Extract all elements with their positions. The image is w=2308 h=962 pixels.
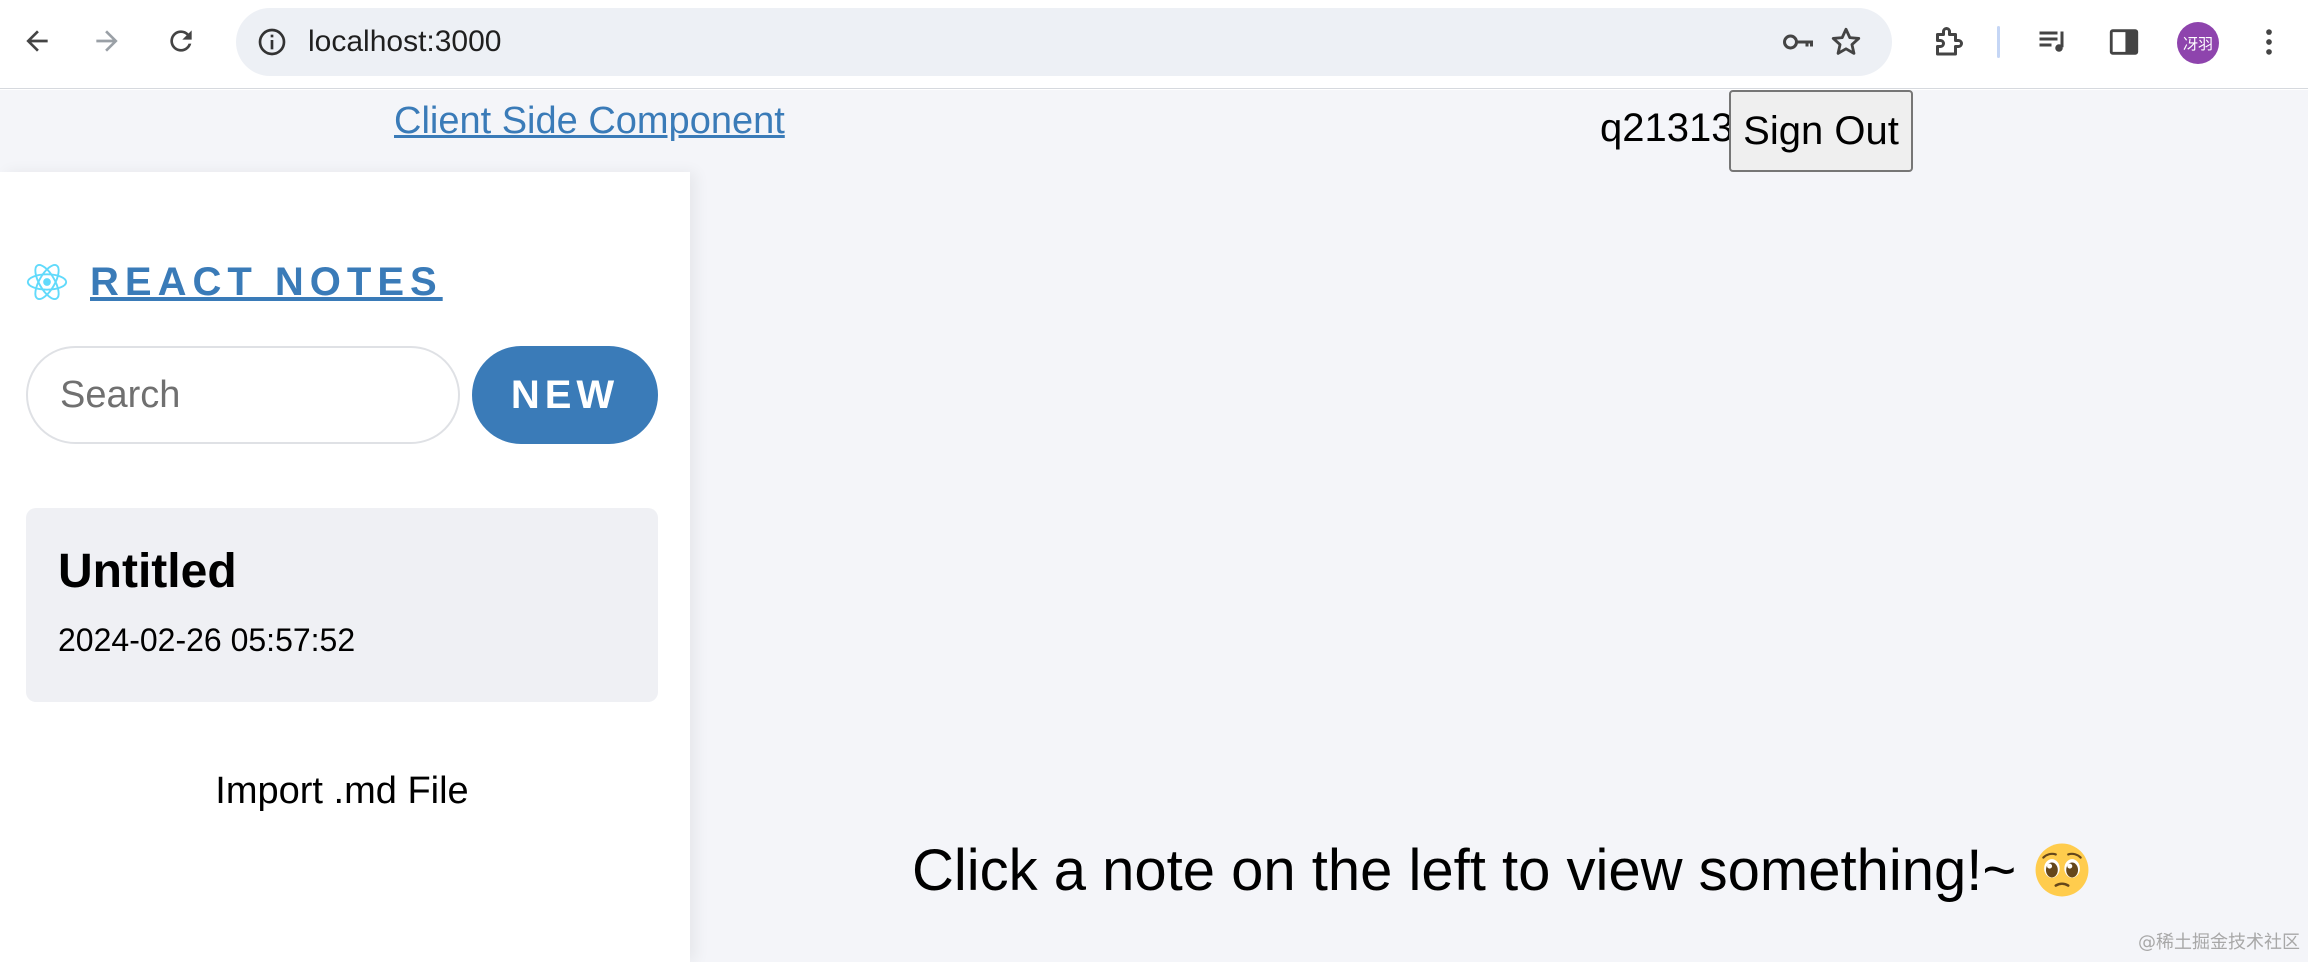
address-bar[interactable]: localhost:3000 xyxy=(236,8,1892,76)
forward-arrow-icon xyxy=(96,30,118,52)
media-queue-icon[interactable] xyxy=(2031,20,2075,64)
note-list-item[interactable]: Untitled 2024-02-26 05:57:52 xyxy=(26,508,658,702)
reload-button[interactable] xyxy=(158,18,204,64)
puzzle-icon[interactable] xyxy=(1926,20,1970,64)
pleading-face-icon xyxy=(2035,843,2089,897)
empty-state-message: Click a note on the left to view somethi… xyxy=(912,832,2090,908)
app-header: Client Side Component q21313 Sign Out xyxy=(0,90,2308,172)
note-title: Untitled xyxy=(58,545,237,598)
empty-state-text: Click a note on the left to view somethi… xyxy=(912,837,2017,903)
search-input[interactable] xyxy=(26,346,460,444)
reload-icon xyxy=(170,30,192,52)
side-panel-icon[interactable] xyxy=(2102,20,2146,64)
react-logo-icon xyxy=(26,264,68,300)
browser-toolbar: localhost:3000 冴羽 xyxy=(0,0,2308,89)
watermark: @稀土掘金技术社区 xyxy=(2138,932,2300,953)
brand: REACT NOTES xyxy=(24,256,443,308)
brand-title-link[interactable]: REACT NOTES xyxy=(90,260,443,305)
sign-out-button[interactable]: Sign Out xyxy=(1729,90,1913,172)
import-md-file-button[interactable]: Import .md File xyxy=(0,770,684,813)
star-icon[interactable] xyxy=(1826,22,1866,62)
app-page: Client Side Component q21313 Sign Out RE… xyxy=(0,90,2308,962)
profile-avatar[interactable]: 冴羽 xyxy=(2177,22,2219,64)
sidebar: REACT NOTES NEW Untitled 2024-02-26 05:5… xyxy=(0,172,690,962)
kebab-menu-icon[interactable] xyxy=(2247,20,2291,64)
new-note-button[interactable]: NEW xyxy=(472,346,658,444)
toolbar-separator xyxy=(1997,26,2000,58)
username-label: q21313 xyxy=(1600,106,1734,150)
client-side-component-link[interactable]: Client Side Component xyxy=(394,100,785,143)
info-icon[interactable] xyxy=(252,22,292,62)
forward-button[interactable] xyxy=(84,18,130,64)
note-date: 2024-02-26 05:57:52 xyxy=(58,622,356,658)
url-text[interactable]: localhost:3000 xyxy=(308,8,501,76)
back-button[interactable] xyxy=(14,18,60,64)
back-arrow-icon xyxy=(26,30,48,52)
key-icon[interactable] xyxy=(1778,22,1818,62)
